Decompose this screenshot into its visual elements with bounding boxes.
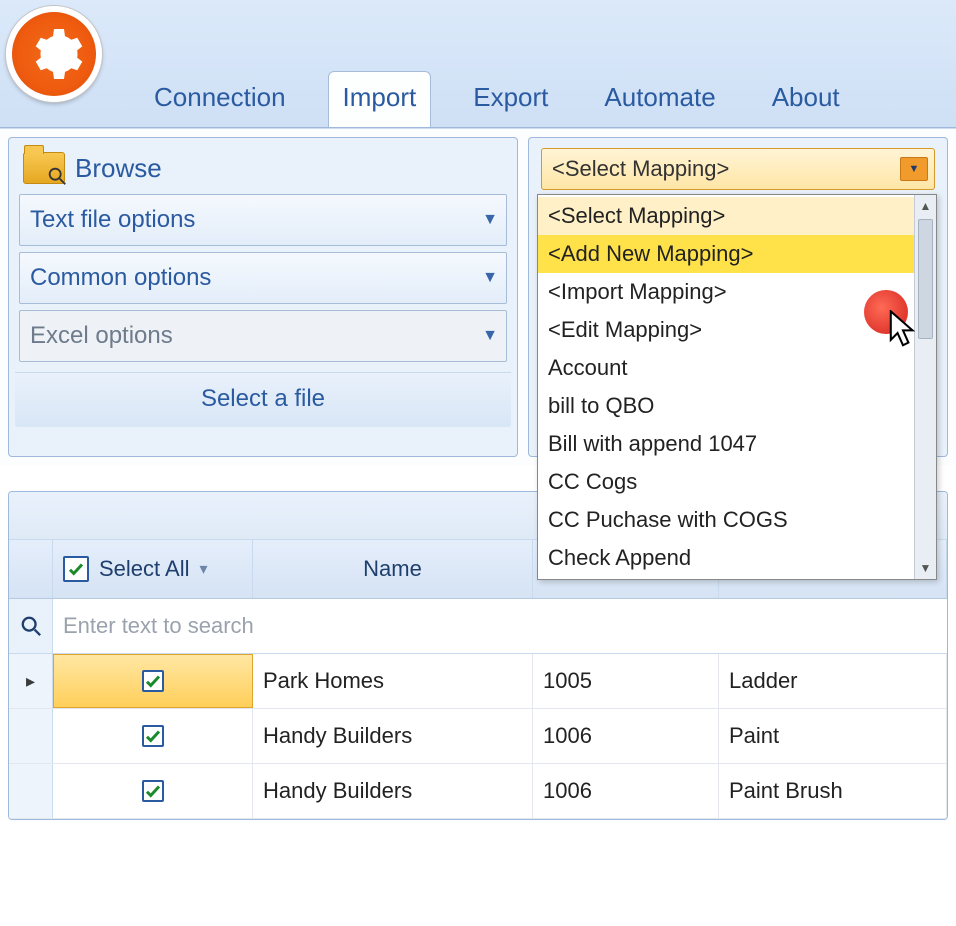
- row-indicator: [9, 764, 53, 818]
- row-checkbox[interactable]: [142, 780, 164, 802]
- mapping-option[interactable]: CC Cogs: [538, 463, 914, 501]
- app-gear-button[interactable]: [6, 6, 102, 102]
- mapping-panel: <Select Mapping> ▼ <Select Mapping><Add …: [528, 137, 948, 457]
- select-all-header[interactable]: Select All ▾: [53, 540, 253, 598]
- scroll-thumb[interactable]: [918, 219, 933, 339]
- cell-name: Handy Builders: [253, 764, 533, 818]
- scroll-down-icon[interactable]: ▼: [915, 557, 936, 579]
- browse-label: Browse: [75, 153, 162, 184]
- table-row[interactable]: Handy Builders1006Paint: [9, 709, 947, 764]
- search-icon: [9, 599, 53, 653]
- folder-search-icon: [23, 152, 65, 184]
- cell-col3: 1005: [533, 654, 719, 708]
- row-indicator: ▸: [9, 654, 53, 708]
- combo-label: Excel options: [30, 322, 173, 350]
- mapping-option[interactable]: CC Puchase with COGS: [538, 501, 914, 539]
- filter-icon[interactable]: ▾: [200, 559, 208, 579]
- name-header[interactable]: Name: [253, 540, 533, 598]
- chevron-down-icon: ▼: [900, 157, 928, 181]
- mapping-option[interactable]: <Add New Mapping>: [538, 235, 914, 273]
- cell-name: Park Homes: [253, 654, 533, 708]
- tab-about[interactable]: About: [758, 72, 854, 127]
- scroll-up-icon[interactable]: ▲: [915, 195, 936, 217]
- mapping-dropdown-list: <Select Mapping><Add New Mapping><Import…: [538, 195, 914, 579]
- combo-label: Common options: [30, 264, 211, 292]
- combo-text-file-options[interactable]: Text file options ▼: [19, 194, 507, 246]
- workarea: Browse Text file options ▼ Common options ▼…: [0, 128, 956, 465]
- mapping-option[interactable]: <Select Mapping>: [538, 197, 914, 235]
- ribbon-tabs: Connection Import Export Automate About: [140, 67, 854, 127]
- row-indicator-header: [9, 540, 53, 598]
- mapping-option[interactable]: Check Append: [538, 539, 914, 577]
- table-row[interactable]: ▸ Park Homes1005Ladder: [9, 654, 947, 709]
- select-all-label: Select All: [99, 556, 190, 582]
- file-panel: Browse Text file options ▼ Common options ▼…: [8, 137, 518, 457]
- select-mapping-combo[interactable]: <Select Mapping> ▼: [541, 148, 935, 190]
- gear-icon: [24, 24, 84, 84]
- cell-name: Handy Builders: [253, 709, 533, 763]
- combo-excel-options: Excel options ▼: [19, 310, 507, 362]
- grid-rows: ▸Park Homes1005LadderHandy Builders1006P…: [9, 654, 947, 819]
- mapping-option[interactable]: Account: [538, 349, 914, 387]
- cell-col4: Paint: [719, 709, 947, 763]
- row-checkbox[interactable]: [142, 670, 164, 692]
- browse-button[interactable]: Browse: [13, 142, 513, 194]
- tab-export[interactable]: Export: [459, 72, 562, 127]
- row-checkbox-cell[interactable]: [53, 654, 253, 708]
- cell-col4: Paint Brush: [719, 764, 947, 818]
- row-checkbox[interactable]: [142, 725, 164, 747]
- scrollbar[interactable]: ▲ ▼: [914, 195, 936, 579]
- cell-col3: 1006: [533, 764, 719, 818]
- cell-col3: 1006: [533, 709, 719, 763]
- mapping-option[interactable]: bill to QBO: [538, 387, 914, 425]
- row-indicator: [9, 709, 53, 763]
- tab-import[interactable]: Import: [328, 71, 432, 127]
- scroll-track[interactable]: [915, 217, 936, 557]
- cell-col4: Ladder: [719, 654, 947, 708]
- select-mapping-label: <Select Mapping>: [552, 156, 729, 182]
- search-input[interactable]: [53, 599, 947, 653]
- chevron-down-icon: ▼: [482, 269, 498, 287]
- panel-caption: Select a file: [15, 372, 511, 427]
- combo-label: Text file options: [30, 206, 195, 234]
- mapping-option[interactable]: Bill with append 1047: [538, 425, 914, 463]
- chevron-down-icon: ▼: [482, 327, 498, 345]
- tab-automate[interactable]: Automate: [590, 72, 729, 127]
- chevron-down-icon: ▼: [482, 211, 498, 229]
- mapping-option[interactable]: <Import Mapping>: [538, 273, 914, 311]
- table-row[interactable]: Handy Builders1006Paint Brush: [9, 764, 947, 819]
- mapping-dropdown: <Select Mapping><Add New Mapping><Import…: [537, 194, 937, 580]
- mapping-option[interactable]: <Edit Mapping>: [538, 311, 914, 349]
- combo-common-options[interactable]: Common options ▼: [19, 252, 507, 304]
- search-row: [9, 599, 947, 654]
- row-checkbox-cell[interactable]: [53, 709, 253, 763]
- ribbon: Connection Import Export Automate About: [0, 0, 956, 128]
- name-header-label: Name: [363, 556, 422, 582]
- tab-connection[interactable]: Connection: [140, 72, 300, 127]
- row-checkbox-cell[interactable]: [53, 764, 253, 818]
- select-all-checkbox[interactable]: [63, 556, 89, 582]
